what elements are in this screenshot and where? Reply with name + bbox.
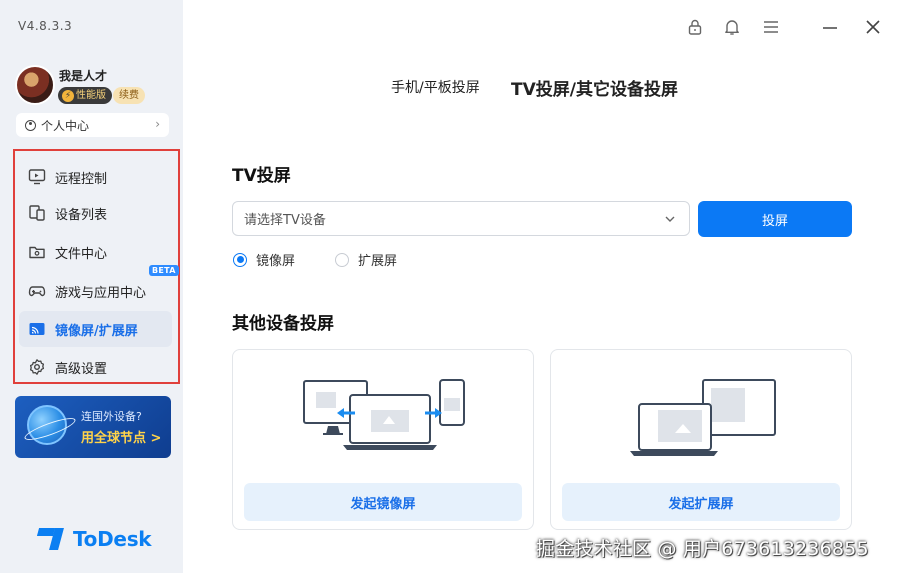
promo-line1: 连国外设备? bbox=[81, 410, 142, 423]
start-mirror-button[interactable]: 发起镜像屏 bbox=[244, 483, 522, 521]
sidebar-item-games-apps[interactable]: 游戏与应用中心 bbox=[19, 273, 172, 309]
cast-icon bbox=[27, 319, 47, 339]
gamepad-icon bbox=[27, 281, 47, 301]
profile-center-label: 个人中心 bbox=[41, 118, 90, 133]
monitor-remote-icon bbox=[27, 167, 47, 187]
gear-icon bbox=[27, 357, 47, 377]
radio-mirror-dot[interactable] bbox=[233, 252, 247, 267]
mirror-card: 发起镜像屏 bbox=[232, 349, 534, 530]
sidebar-item-settings[interactable]: 高级设置 bbox=[19, 349, 172, 385]
radio-mirror-label: 镜像屏 bbox=[256, 254, 296, 269]
devices-icon bbox=[27, 203, 47, 223]
start-extend-button[interactable]: 发起扩展屏 bbox=[562, 483, 840, 521]
tv-cast-heading: TV投屏 bbox=[232, 166, 291, 186]
todesk-logo-icon bbox=[38, 528, 68, 550]
global-nodes-promo[interactable]: 连国外设备? 用全球节点 > bbox=[15, 396, 171, 458]
menu-icon[interactable] bbox=[761, 17, 781, 37]
promo-line2: 用全球节点 > bbox=[81, 431, 162, 446]
avatar[interactable] bbox=[15, 65, 55, 105]
logo-text: ToDesk bbox=[73, 527, 152, 551]
radio-extend-label: 扩展屏 bbox=[358, 254, 398, 269]
renew-badge[interactable]: 续费 bbox=[113, 87, 145, 104]
sidebar-item-remote-control[interactable]: 远程控制 bbox=[19, 159, 172, 195]
app-version: V4.8.3.3 bbox=[18, 19, 73, 33]
user-icon bbox=[25, 119, 36, 131]
extend-card: 发起扩展屏 bbox=[550, 349, 852, 530]
extend-screen-illustration bbox=[630, 379, 776, 456]
tab-tv-other-cast[interactable]: TV投屏/其它设备投屏 bbox=[511, 75, 678, 100]
cast-button[interactable]: 投屏 bbox=[698, 201, 852, 237]
folder-icon bbox=[27, 242, 47, 262]
username: 我是人才 bbox=[59, 69, 108, 83]
sidebar-item-label: 文件中心 bbox=[55, 246, 108, 262]
sidebar: V4.8.3.3 我是人才 ⚡ 性能版 续费 个人中心 › 远程控制 设备列表 … bbox=[0, 0, 183, 573]
sidebar-item-label: 设备列表 bbox=[55, 207, 108, 223]
watermark: 掘金技术社区 @ 用户673613236855 bbox=[536, 538, 869, 560]
beta-badge: BETA bbox=[149, 265, 179, 276]
radio-mirror[interactable]: 镜像屏 bbox=[233, 250, 295, 269]
profile-center-button[interactable]: 个人中心 › bbox=[16, 113, 169, 137]
tv-device-select[interactable]: 请选择TV设备 bbox=[232, 201, 690, 236]
sidebar-item-devices[interactable]: 设备列表 bbox=[19, 195, 172, 231]
tier-badge: ⚡ 性能版 bbox=[58, 87, 112, 104]
tv-device-select-value: 请选择TV设备 bbox=[244, 213, 326, 228]
minimize-icon[interactable] bbox=[820, 17, 840, 37]
tier-badge-label: 性能版 bbox=[76, 90, 106, 101]
other-cast-heading: 其他设备投屏 bbox=[232, 314, 334, 334]
sidebar-item-label: 高级设置 bbox=[55, 361, 108, 377]
sidebar-item-label: 镜像屏/扩展屏 bbox=[55, 323, 138, 339]
globe-icon bbox=[27, 405, 67, 445]
close-icon[interactable] bbox=[863, 17, 883, 37]
chevron-right-icon: › bbox=[155, 117, 160, 131]
bell-icon[interactable] bbox=[722, 17, 742, 37]
radio-extend[interactable]: 扩展屏 bbox=[335, 250, 397, 269]
lock-icon[interactable] bbox=[685, 17, 705, 37]
mirror-screen-illustration bbox=[303, 379, 465, 450]
sidebar-item-label: 游戏与应用中心 bbox=[55, 285, 147, 301]
sidebar-item-label: 远程控制 bbox=[55, 171, 108, 187]
sidebar-item-files[interactable]: 文件中心 bbox=[19, 234, 172, 270]
tab-phone-tablet-cast[interactable]: 手机/平板投屏 bbox=[391, 77, 480, 97]
radio-extend-dot[interactable] bbox=[335, 252, 349, 267]
chevron-down-icon bbox=[664, 213, 676, 229]
lightning-icon: ⚡ bbox=[62, 89, 74, 102]
sidebar-item-mirror-extend[interactable]: 镜像屏/扩展屏 bbox=[19, 311, 172, 347]
todesk-logo: ToDesk bbox=[38, 527, 152, 551]
